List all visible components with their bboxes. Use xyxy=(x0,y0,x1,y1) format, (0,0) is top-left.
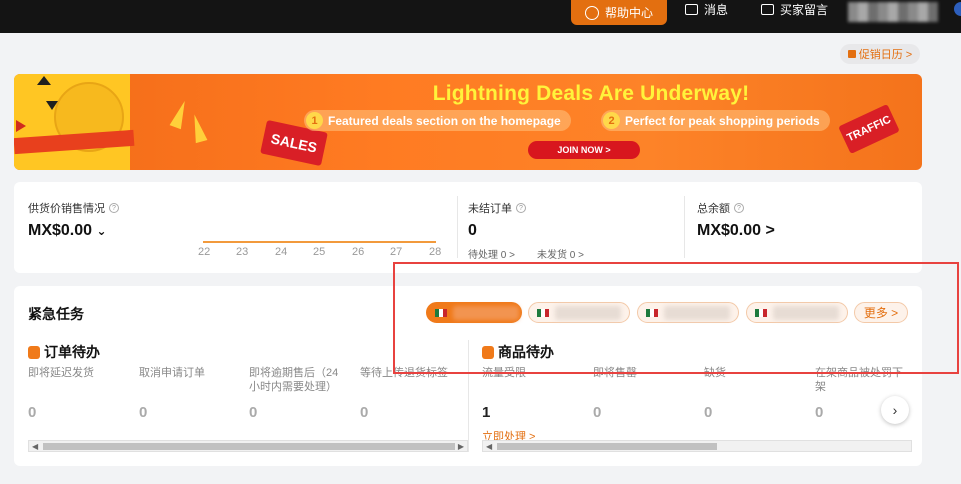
help-center-label: 帮助中心 xyxy=(605,6,654,20)
supply-sales-value[interactable]: MX$0.00 ⌄ xyxy=(28,222,107,240)
help-question-icon[interactable]: ? xyxy=(516,203,526,213)
banner-point-1: 1 Featured deals section on the homepage xyxy=(304,110,571,131)
order-todo-count[interactable]: 0 xyxy=(28,404,36,421)
chevron-down-icon: ⌄ xyxy=(96,224,107,238)
scroll-right-arrow-icon[interactable]: ▶ xyxy=(458,442,464,451)
help-question-icon[interactable]: ? xyxy=(109,203,119,213)
help-question-icon[interactable]: ? xyxy=(734,203,744,213)
banner-title: Lightning Deals Are Underway! xyxy=(432,82,750,105)
chevron-right-icon: › xyxy=(892,402,898,418)
blurred-username[interactable] xyxy=(848,2,938,22)
chat-icon xyxy=(761,3,774,15)
order-todo-label: 即将逾期售后（24小时内需要处理） xyxy=(249,367,339,393)
triangle-decoration xyxy=(46,101,58,110)
divider xyxy=(457,196,458,258)
chart-tick-label: 23 xyxy=(236,246,249,258)
calendar-icon xyxy=(847,50,856,58)
supply-sales-label: 供货价销售情况 ? xyxy=(28,200,119,216)
product-todo-count[interactable]: 1 xyxy=(482,404,490,421)
chart-tick-label: 22 xyxy=(198,246,211,258)
messages-link[interactable]: 消息 xyxy=(685,0,728,18)
orders-todo-title: 订单待办 xyxy=(28,342,100,362)
chart-tick-label: 28 xyxy=(429,246,442,258)
lightning-deals-banner[interactable]: SALES TRAFFIC Lightning Deals Are Underw… xyxy=(14,74,922,170)
chart-tick-label: 26 xyxy=(352,246,365,258)
order-todo-count[interactable]: 0 xyxy=(249,404,257,421)
banner-point-2-text: Perfect for peak shopping periods xyxy=(625,113,820,128)
help-center-button[interactable]: 帮助中心 xyxy=(571,0,667,25)
triangle-decoration xyxy=(16,120,26,132)
open-orders-value: 0 xyxy=(468,222,477,239)
buyer-messages-label: 买家留言 xyxy=(780,2,829,17)
product-todo-count[interactable]: 0 xyxy=(815,404,823,421)
promotion-calendar-label: 促销日历 > xyxy=(858,49,913,61)
products-horizontal-scrollbar[interactable]: ◀ xyxy=(482,440,912,452)
pending-orders-link[interactable]: 待处理 0 > xyxy=(468,246,515,261)
highlight-annotation-frame xyxy=(393,262,959,374)
order-icon xyxy=(28,345,40,359)
orders-horizontal-scrollbar[interactable]: ◀ ▶ xyxy=(28,440,468,452)
next-arrow-button[interactable]: › xyxy=(881,396,909,424)
buyer-messages-link[interactable]: 买家留言 xyxy=(761,0,828,18)
scroll-left-arrow-icon[interactable]: ◀ xyxy=(32,442,38,451)
scrollbar-thumb[interactable] xyxy=(43,443,455,450)
order-todo-label: 即将延迟发货 xyxy=(28,367,94,379)
promotion-calendar-button[interactable]: 促销日历 > xyxy=(840,44,920,64)
banner-point-2: 2 Perfect for peak shopping periods xyxy=(601,110,830,131)
top-navigation-bar: 帮助中心 消息 买家留言 xyxy=(0,0,961,33)
supply-sales-label-text: 供货价销售情况 xyxy=(28,203,105,215)
chart-tick-label: 25 xyxy=(313,246,326,258)
unshipped-orders-link[interactable]: 未发货 0 > xyxy=(537,246,584,261)
scroll-left-arrow-icon[interactable]: ◀ xyxy=(486,442,492,451)
divider xyxy=(684,196,685,258)
order-todo-count[interactable]: 0 xyxy=(139,404,147,421)
total-balance-label-text: 总余额 xyxy=(697,203,730,215)
sales-trend-line xyxy=(203,241,436,243)
triangle-decoration xyxy=(37,76,51,85)
banner-point-1-text: Featured deals section on the homepage xyxy=(328,113,561,128)
open-orders-label-text: 未结订单 xyxy=(468,203,512,215)
messages-label: 消息 xyxy=(704,2,729,17)
traffic-tag: TRAFFIC xyxy=(838,103,900,155)
order-todo-label: 取消申请订单 xyxy=(139,367,205,379)
total-balance-value[interactable]: MX$0.00 > xyxy=(697,222,775,240)
open-orders-label: 未结订单 ? xyxy=(468,200,526,216)
join-now-button[interactable]: JOIN NOW > xyxy=(528,141,640,159)
orders-todo-title-text: 订单待办 xyxy=(44,344,100,360)
supply-sales-amount: MX$0.00 xyxy=(28,222,93,239)
scrollbar-thumb[interactable] xyxy=(497,443,717,450)
product-todo-count[interactable]: 0 xyxy=(593,404,601,421)
help-icon xyxy=(585,5,599,20)
avatar[interactable] xyxy=(954,2,961,16)
point-number-badge: 2 xyxy=(603,112,620,129)
chart-tick-label: 24 xyxy=(275,246,288,258)
point-number-badge: 1 xyxy=(306,112,323,129)
lightning-bolt-icon xyxy=(169,98,191,130)
mail-icon xyxy=(685,3,698,15)
total-balance-label: 总余额 ? xyxy=(697,200,744,216)
lightning-bolt-icon xyxy=(188,112,208,144)
urgent-tasks-title: 紧急任务 xyxy=(28,306,84,322)
sales-overview-card: 供货价销售情况 ? MX$0.00 ⌄ 22 23 24 25 26 27 28… xyxy=(14,182,922,273)
product-todo-count[interactable]: 0 xyxy=(704,404,712,421)
order-todo-count[interactable]: 0 xyxy=(360,404,368,421)
chart-tick-label: 27 xyxy=(390,246,403,258)
